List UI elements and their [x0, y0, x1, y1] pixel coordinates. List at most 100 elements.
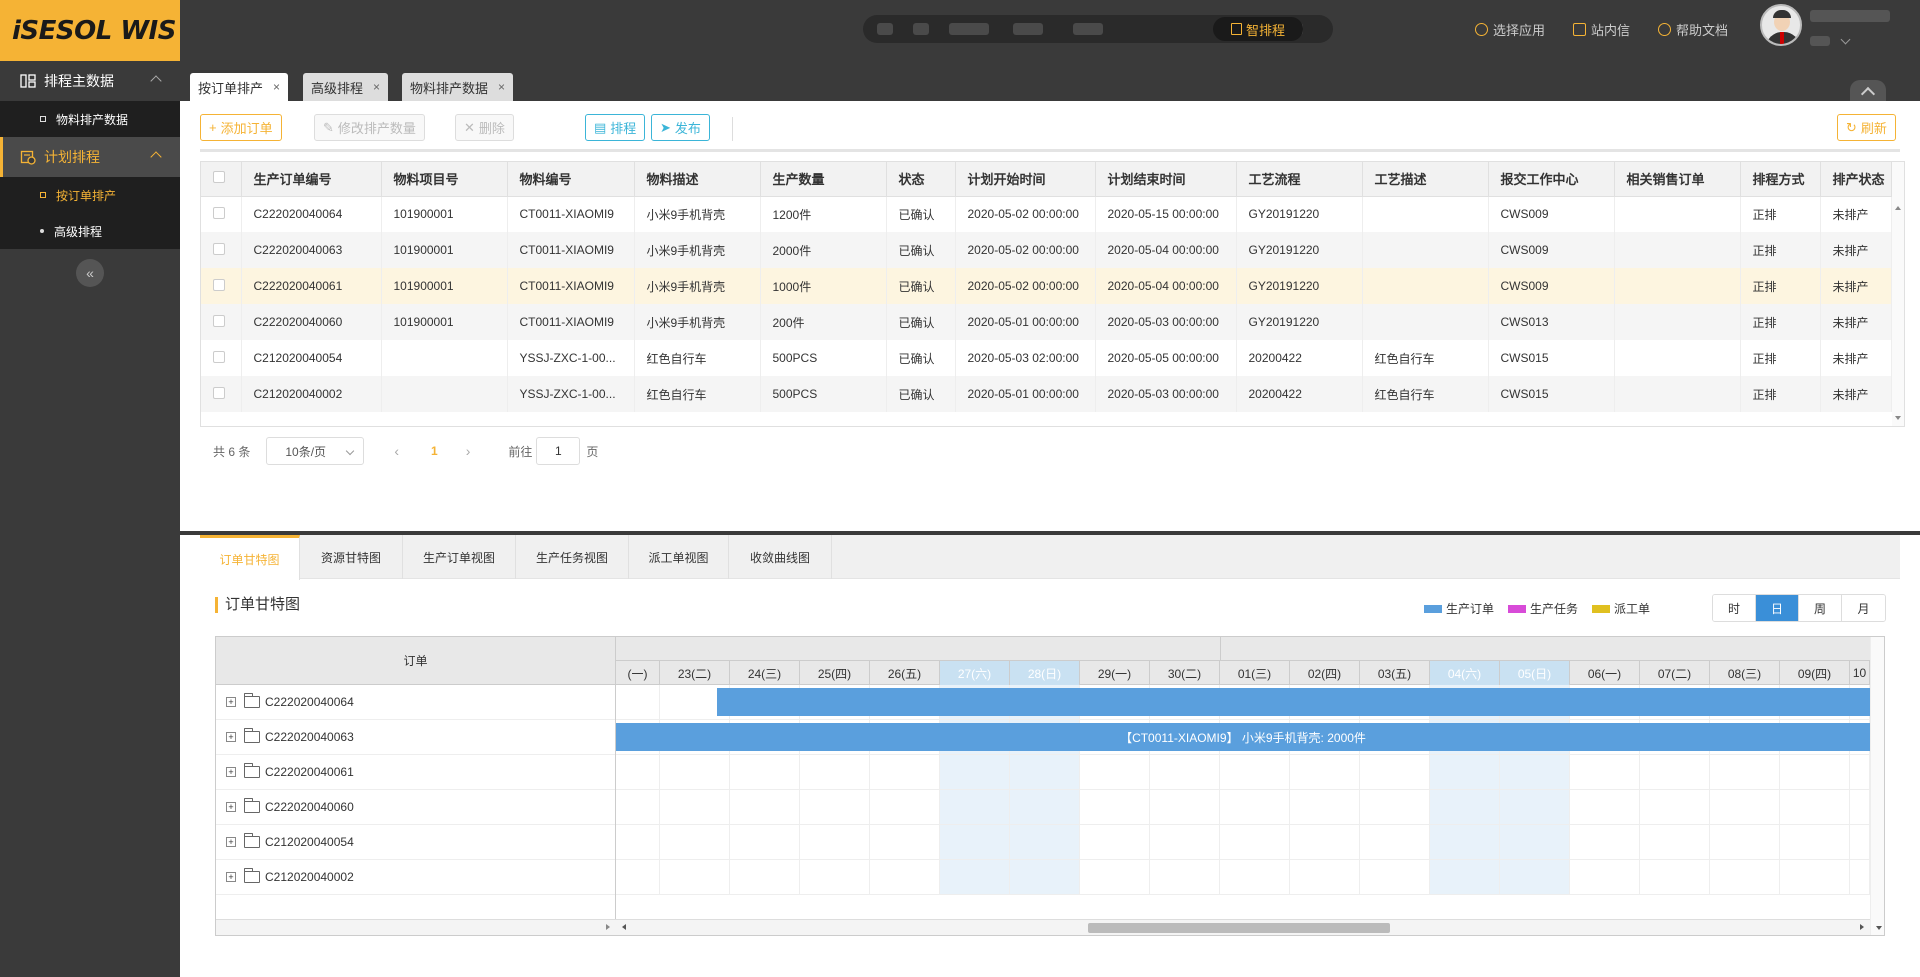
tab-convergence-curve[interactable]: 收敛曲线图	[729, 535, 832, 579]
table-cell: 1200件	[760, 196, 887, 232]
gantt-order-row[interactable]: + C212020040054	[216, 825, 615, 860]
gantt-bar-production-order[interactable]: 【CT0011-XIAOMI9】 小米9手机背壳: 2000件	[616, 723, 1870, 751]
close-icon[interactable]: ×	[273, 80, 280, 94]
order-number: C222020040060	[265, 800, 354, 814]
column-header[interactable]: 计划开始时间	[955, 162, 1096, 197]
row-checkbox[interactable]	[201, 376, 242, 412]
column-header[interactable]: 生产数量	[760, 162, 887, 197]
tab-production-order-view[interactable]: 生产订单视图	[403, 535, 516, 579]
close-icon[interactable]: ×	[498, 80, 505, 94]
page-size-select[interactable]: 10条/页	[266, 437, 365, 465]
expand-icon[interactable]: +	[226, 872, 236, 882]
gantt-left-scrollbar[interactable]	[216, 919, 616, 935]
tab-resource-gantt[interactable]: 资源甘特图	[300, 535, 403, 579]
sidebar-item-advanced-scheduling[interactable]: 高级排程	[0, 213, 180, 249]
column-header[interactable]: 生产订单编号	[241, 162, 382, 197]
goto-page-input[interactable]: 1	[536, 437, 581, 465]
schedule-button[interactable]: ▤ 排程	[585, 114, 646, 141]
chevron-down-icon[interactable]	[1840, 34, 1851, 45]
gantt-bar-production-order[interactable]	[717, 688, 1870, 716]
column-header[interactable]: 计划结束时间	[1095, 162, 1237, 197]
column-header[interactable]: 物料项目号	[381, 162, 508, 197]
scale-week-button[interactable]: 周	[1799, 595, 1842, 621]
close-icon[interactable]: ×	[373, 80, 380, 94]
next-page-button[interactable]: ›	[466, 443, 471, 459]
logo[interactable]: iSESOL WIS	[0, 0, 180, 61]
submenu-master-data: 物料排产数据	[0, 101, 180, 137]
gantt-order-row[interactable]: + C212020040002	[216, 860, 615, 895]
scroll-top-button[interactable]	[1850, 80, 1886, 102]
row-checkbox[interactable]	[201, 268, 242, 304]
sidebar-item-label: 物料排产数据	[56, 112, 129, 127]
modify-quantity-button[interactable]: ✎ 修改排产数量	[314, 114, 425, 141]
messages-link[interactable]: 站内信	[1573, 20, 1630, 39]
tab-dispatch-view[interactable]: 派工单视图	[629, 535, 729, 579]
expand-icon[interactable]: +	[226, 837, 236, 847]
sidebar-item-material-data[interactable]: 物料排产数据	[0, 101, 180, 137]
row-checkbox[interactable]	[201, 304, 242, 340]
table-cell: C222020040061	[241, 268, 382, 304]
gantt-order-row[interactable]: + C222020040063	[216, 720, 615, 755]
row-checkbox[interactable]	[201, 196, 242, 232]
tab-material-data[interactable]: 物料排产数据 ×	[402, 73, 514, 101]
table-cell: CWS015	[1488, 340, 1615, 376]
table-cell	[381, 376, 508, 412]
column-header[interactable]: 报交工作中心	[1488, 162, 1615, 197]
menu-group-plan[interactable]: 计划排程	[0, 137, 180, 177]
table-cell: 2020-05-04 00:00:00	[1095, 232, 1237, 268]
scale-hour-button[interactable]: 时	[1713, 595, 1756, 621]
select-all-checkbox[interactable]	[201, 162, 242, 197]
table-cell: 20200422	[1236, 340, 1363, 376]
column-header[interactable]: 排产状态	[1820, 162, 1892, 197]
help-link[interactable]: 帮助文档	[1658, 20, 1728, 39]
prev-page-button[interactable]: ‹	[394, 443, 399, 459]
menu-group-master-data[interactable]: 排程主数据	[0, 61, 180, 101]
table-cell: 已确认	[886, 340, 956, 376]
column-header[interactable]: 工艺流程	[1236, 162, 1363, 197]
tab-production-task-view[interactable]: 生产任务视图	[516, 535, 629, 579]
column-header[interactable]: 状态	[886, 162, 956, 197]
expand-icon[interactable]: +	[226, 697, 236, 707]
column-header[interactable]: 物料描述	[634, 162, 761, 197]
tab-order-gantt[interactable]: 订单甘特图	[200, 535, 300, 580]
delete-button[interactable]: ✕ 删除	[455, 114, 514, 141]
table-row[interactable]: C212020040002 YSSJ-ZXC-1-00... 红色自行车 500PCS…	[201, 376, 1892, 412]
scale-day-button[interactable]: 日	[1756, 595, 1799, 621]
page-number[interactable]: 1	[431, 444, 438, 458]
publish-button[interactable]: ➤ 发布	[651, 114, 710, 141]
collapse-sidebar-button[interactable]: «	[76, 259, 104, 287]
smart-scheduling-button[interactable]: 智排程	[1213, 17, 1303, 41]
select-app-link[interactable]: 选择应用	[1475, 20, 1545, 39]
table-row[interactable]: C222020040063 101900001 CT0011-XIAOMI9 小米9手…	[201, 232, 1892, 268]
column-header[interactable]: 工艺描述	[1362, 162, 1489, 197]
tab-advanced-scheduling[interactable]: 高级排程 ×	[303, 73, 389, 101]
column-header[interactable]: 排程方式	[1740, 162, 1821, 197]
sidebar-item-order-scheduling[interactable]: 按订单排产	[0, 177, 180, 213]
expand-icon[interactable]: +	[226, 767, 236, 777]
gantt-order-row[interactable]: + C222020040064	[216, 685, 615, 720]
table-row[interactable]: C212020040054 YSSJ-ZXC-1-00... 红色自行车 500PCS…	[201, 340, 1892, 376]
row-checkbox[interactable]	[201, 340, 242, 376]
table-scrollbar[interactable]	[1892, 162, 1904, 426]
tab-order-scheduling[interactable]: 按订单排产 ×	[190, 73, 289, 101]
avatar[interactable]	[1760, 4, 1802, 46]
expand-icon[interactable]: +	[226, 802, 236, 812]
scrollbar-thumb[interactable]	[1088, 923, 1390, 933]
gantt-day-label: 05(日)	[1500, 661, 1570, 685]
gantt-horizontal-scrollbar[interactable]	[616, 919, 1884, 935]
column-header[interactable]: 相关销售订单	[1614, 162, 1741, 197]
column-header[interactable]: 物料编号	[507, 162, 635, 197]
gantt-order-row[interactable]: + C222020040060	[216, 790, 615, 825]
table-row[interactable]: C222020040064 101900001 CT0011-XIAOMI9 小米9手…	[201, 196, 1892, 232]
expand-icon[interactable]: +	[226, 732, 236, 742]
refresh-button[interactable]: ↻ 刷新	[1837, 114, 1896, 141]
row-checkbox[interactable]	[201, 232, 242, 268]
gantt-order-row[interactable]: + C222020040061	[216, 755, 615, 790]
add-order-button[interactable]: + 添加订单	[200, 114, 282, 141]
refresh-icon: ↻	[1846, 119, 1857, 135]
blurred-item	[913, 23, 929, 35]
scale-month-button[interactable]: 月	[1842, 595, 1885, 621]
table-row[interactable]: C222020040060 101900001 CT0011-XIAOMI9 小米9手…	[201, 304, 1892, 340]
table-row[interactable]: C222020040061 101900001 CT0011-XIAOMI9 小米9手…	[201, 268, 1892, 304]
gantt-vertical-scrollbar[interactable]	[1870, 637, 1884, 935]
